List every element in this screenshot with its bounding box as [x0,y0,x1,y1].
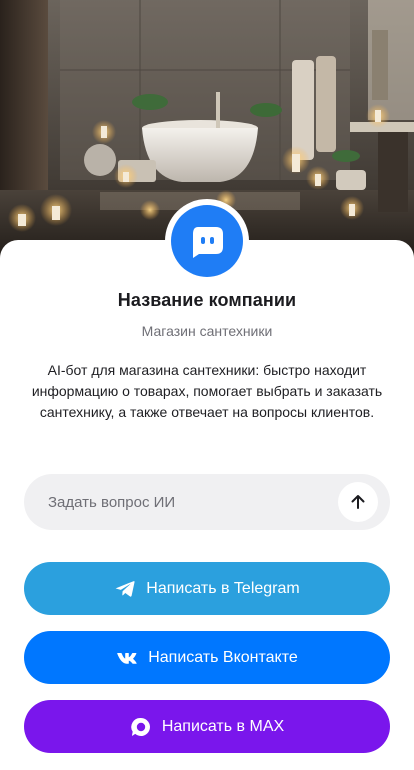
max-icon [130,716,152,738]
max-button-label: Написать в MAX [161,717,285,735]
company-name: Название компании [117,290,297,310]
vk-button[interactable]: Написать Вконтакте [24,631,390,684]
ask-ai-input[interactable] [48,474,338,530]
ask-ai-field [24,474,390,530]
company-subtitle: Магазин сантехники [141,323,273,339]
arrow-up-icon [351,495,365,509]
vk-icon [116,647,138,669]
vk-button-label: Написать Вконтакте [148,648,298,666]
avatar-circle [171,205,243,277]
telegram-button-label: Написать в Telegram [146,579,300,597]
chat-bot-icon [193,227,223,258]
max-button[interactable]: Написать в MAX [24,700,390,753]
telegram-button[interactable]: Написать в Telegram [24,562,390,615]
send-button[interactable] [338,482,378,522]
telegram-icon [114,578,136,600]
avatar [165,199,249,283]
company-description: AI-бот для магазина сантехники: быстро н… [31,362,383,420]
